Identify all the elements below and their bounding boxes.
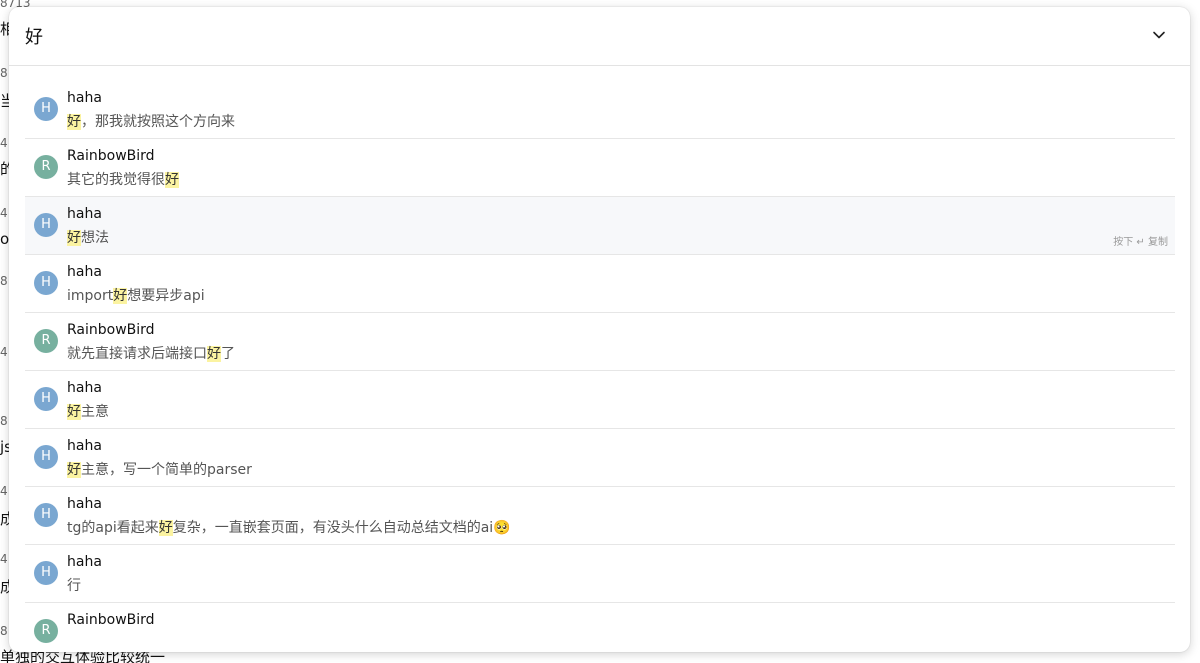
message-search-dialog: Hhaha好，那我就按照这个方向来RRainbowBird其它的我觉得很好Hha… bbox=[9, 7, 1190, 652]
search-bar bbox=[9, 7, 1190, 66]
search-result-item[interactable]: R RainbowBird 就先直接请求后端接口好了 bbox=[25, 313, 1175, 371]
snippet-text-after: 主意 bbox=[81, 404, 109, 420]
avatar: H bbox=[34, 445, 58, 469]
sender-name: haha bbox=[67, 90, 102, 106]
message-snippet: import好想要异步api bbox=[67, 285, 205, 305]
match-highlight: 好 bbox=[113, 288, 128, 304]
background-message-meta: 8 bbox=[0, 624, 8, 638]
sender-name: haha bbox=[67, 206, 102, 222]
search-result-item[interactable]: Hhaha 行 bbox=[25, 545, 1175, 603]
snippet-text-after: 复杂，一直嵌套页面，有没头什么自动总结文档的ai🥺 bbox=[172, 520, 511, 536]
match-highlight: 好 bbox=[165, 172, 179, 188]
snippet-text-before: import bbox=[67, 288, 114, 304]
message-snippet: tg的api看起来好复杂，一直嵌套页面，有没头什么自动总结文档的ai🥺 bbox=[67, 517, 511, 537]
match-highlight: 好 bbox=[67, 114, 81, 130]
message-snippet: 就先直接请求后端接口好了 bbox=[67, 343, 235, 363]
snippet-text-after: 主意，写一个简单的parser bbox=[81, 462, 252, 478]
search-result-item[interactable]: Hhaha tg的api看起来好复杂，一直嵌套页面，有没头什么自动总结文档的ai🥺 bbox=[25, 487, 1175, 545]
snippet-text-before: 行 bbox=[67, 578, 81, 594]
avatar: R bbox=[34, 329, 58, 353]
snippet-text-before: 就先直接请求后端接口 bbox=[67, 346, 207, 362]
sender-name: RainbowBird bbox=[67, 148, 155, 164]
search-result-item[interactable]: Hhaha 好想法 按下 ↵ 复制 bbox=[25, 197, 1175, 255]
match-highlight: 好 bbox=[207, 346, 221, 362]
sender-name: haha bbox=[67, 438, 102, 454]
search-result-item[interactable]: Hhaha 好主意，写一个简单的parser bbox=[25, 429, 1175, 487]
avatar: R bbox=[34, 619, 58, 643]
background-message-meta: 8 bbox=[0, 66, 8, 80]
snippet-text-after: 了 bbox=[221, 346, 235, 362]
background-message-meta: 4 bbox=[0, 484, 8, 498]
chevron-down-icon[interactable] bbox=[1152, 28, 1166, 42]
message-snippet: 好，那我就按照这个方向来 bbox=[67, 111, 235, 131]
message-snippet: 好主意 bbox=[67, 401, 109, 421]
background-message-meta: 8 bbox=[0, 274, 8, 288]
background-message-meta: 4 bbox=[0, 345, 8, 359]
search-result-item[interactable]: R RainbowBird bbox=[25, 603, 1175, 652]
snippet-text-after: 想法 bbox=[81, 230, 109, 246]
snippet-text-before: 其它的我觉得很 bbox=[67, 172, 165, 188]
avatar: H bbox=[34, 561, 58, 585]
avatar: H bbox=[34, 213, 58, 237]
sender-name: haha bbox=[67, 380, 102, 396]
search-result-item[interactable]: R RainbowBird 其它的我觉得很好 bbox=[25, 139, 1175, 197]
match-highlight: 好 bbox=[158, 520, 173, 536]
search-result-item[interactable]: Hhaha 好，那我就按照这个方向来 bbox=[25, 81, 1175, 139]
background-message-meta: 4 bbox=[0, 552, 8, 566]
snippet-text-after: 想要异步api bbox=[127, 288, 205, 304]
snippet-text-before: tg的api看起来 bbox=[67, 520, 159, 536]
background-message-meta: 4 bbox=[0, 136, 8, 150]
message-snippet: 其它的我觉得很好 bbox=[67, 169, 179, 189]
sender-name: RainbowBird bbox=[67, 612, 155, 628]
message-snippet: 好主意，写一个简单的parser bbox=[67, 459, 252, 479]
message-snippet: 行 bbox=[67, 575, 81, 595]
search-input[interactable] bbox=[25, 21, 1025, 51]
match-highlight: 好 bbox=[67, 462, 81, 478]
avatar: H bbox=[34, 387, 58, 411]
message-snippet: 好想法 bbox=[67, 227, 109, 247]
search-result-item[interactable]: Hhaha 好主意 bbox=[25, 371, 1175, 429]
avatar: H bbox=[34, 503, 58, 527]
sender-name: RainbowBird bbox=[67, 322, 155, 338]
sender-name: haha bbox=[67, 264, 102, 280]
search-results-list: Hhaha 好，那我就按照这个方向来 R RainbowBird 其它的我觉得很好 Hha… bbox=[25, 81, 1175, 652]
avatar: H bbox=[34, 97, 58, 121]
match-highlight: 好 bbox=[67, 404, 81, 420]
snippet-text-after: ，那我就按照这个方向来 bbox=[81, 114, 235, 130]
search-result-item[interactable]: Hhaha import好想要异步api bbox=[25, 255, 1175, 313]
copy-hint: 按下 ↵ 复制 bbox=[1113, 237, 1168, 248]
avatar: H bbox=[34, 271, 58, 295]
sender-name: haha bbox=[67, 554, 102, 570]
background-message-meta: 8 bbox=[0, 414, 8, 428]
match-highlight: 好 bbox=[67, 230, 81, 246]
background-message-meta: 4 bbox=[0, 206, 8, 220]
avatar: R bbox=[34, 155, 58, 179]
sender-name: haha bbox=[67, 496, 102, 512]
